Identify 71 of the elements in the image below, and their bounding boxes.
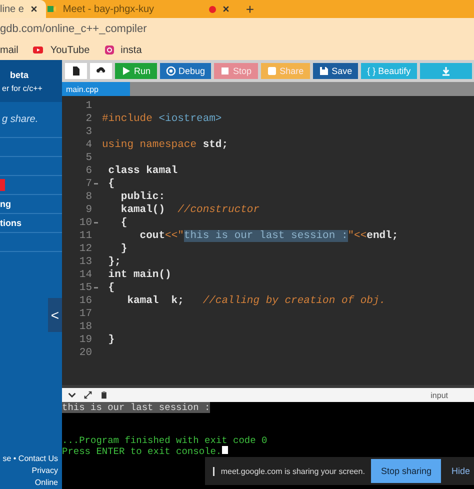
brand-tagline: er for c/c++ bbox=[2, 84, 44, 92]
footer-link[interactable]: se • Contact Us bbox=[2, 454, 58, 463]
play-icon bbox=[32, 45, 44, 55]
bookmark[interactable]: insta bbox=[104, 44, 142, 56]
line-number: 15 bbox=[78, 282, 92, 294]
tab-title: Meet - bay-phgx-kuy bbox=[62, 4, 156, 14]
save-icon bbox=[318, 66, 329, 76]
code-line: int main() bbox=[107, 268, 172, 280]
target-icon bbox=[166, 66, 176, 76]
share-icon bbox=[266, 66, 277, 76]
toolbar-button[interactable]: Debug bbox=[160, 63, 212, 79]
file-tab[interactable]: main.cpp bbox=[62, 82, 130, 96]
line-number: 7 bbox=[84, 178, 92, 190]
download-icon bbox=[440, 66, 451, 76]
line-number: 9 bbox=[84, 204, 92, 216]
line-number: 17 bbox=[78, 308, 92, 320]
code-line: cout<<"this is our last session :"<<endl; bbox=[138, 230, 398, 242]
hide-button[interactable]: Hide bbox=[447, 466, 474, 476]
code-line: class kamal bbox=[107, 164, 178, 176]
beta-label: beta bbox=[9, 70, 30, 80]
code-line: kamal() //constructor bbox=[120, 204, 260, 216]
line-number: 11 bbox=[78, 230, 92, 242]
line-number: 4 bbox=[84, 138, 92, 150]
meet-icon bbox=[46, 4, 57, 14]
new-file-button[interactable] bbox=[65, 63, 87, 79]
code-line: kamal k; //calling by creation of obj. bbox=[126, 294, 386, 306]
code-line: } bbox=[107, 334, 115, 346]
line-number: 10 bbox=[78, 216, 92, 228]
bookmark[interactable]: mail bbox=[0, 44, 18, 56]
stop-sharing-button[interactable]: Stop sharing bbox=[370, 459, 442, 483]
code-line: { bbox=[120, 216, 128, 228]
footer-link[interactable]: Privacy bbox=[32, 466, 58, 475]
collapse-button[interactable]: < bbox=[48, 298, 62, 332]
code-line: #include <iostream> bbox=[101, 112, 222, 124]
line-number: 16 bbox=[78, 294, 92, 306]
line-number: 13 bbox=[78, 256, 92, 268]
download-button[interactable] bbox=[420, 63, 472, 79]
line-number: 19 bbox=[78, 334, 92, 346]
play-icon bbox=[121, 66, 131, 76]
share-message: meet.google.com is sharing your screen. bbox=[220, 466, 365, 476]
address-url[interactable]: gdb.com/online_c++_compiler bbox=[0, 23, 147, 35]
line-number: 6 bbox=[84, 164, 92, 176]
line-number: 18 bbox=[78, 320, 92, 332]
line-number: 3 bbox=[84, 126, 92, 138]
line-number: 2 bbox=[84, 112, 92, 124]
bookmark[interactable]: YouTube bbox=[32, 44, 90, 56]
browser-tab[interactable]: Meet - bay-phgx-kuy bbox=[46, 0, 238, 18]
code-line: public: bbox=[120, 190, 166, 202]
stop-icon bbox=[220, 66, 230, 76]
code-line: } bbox=[120, 242, 128, 254]
line-number: 12 bbox=[78, 242, 92, 254]
tab-title: line e bbox=[0, 4, 24, 14]
input-tab[interactable]: input bbox=[430, 390, 448, 400]
close-icon bbox=[222, 5, 230, 13]
code-line: { bbox=[107, 282, 115, 294]
footer-link[interactable]: Online bbox=[34, 478, 58, 487]
close-icon bbox=[30, 5, 38, 13]
browser-tab[interactable]: line e bbox=[0, 0, 46, 18]
code-line: { bbox=[107, 178, 115, 190]
toolbar-button[interactable]: Save bbox=[312, 63, 358, 79]
file-icon bbox=[71, 66, 81, 76]
line-number: 14 bbox=[78, 268, 92, 280]
camera-icon bbox=[104, 45, 115, 55]
line-number: 5 bbox=[84, 152, 92, 164]
code-line: using namespace std; bbox=[101, 138, 228, 150]
code-line: }; bbox=[107, 256, 121, 268]
upload-button[interactable] bbox=[90, 63, 112, 79]
line-number: 8 bbox=[84, 190, 92, 202]
line-number: 1 bbox=[84, 100, 92, 112]
new-tab-button[interactable]: + bbox=[238, 0, 262, 18]
line-number: 20 bbox=[78, 346, 92, 358]
